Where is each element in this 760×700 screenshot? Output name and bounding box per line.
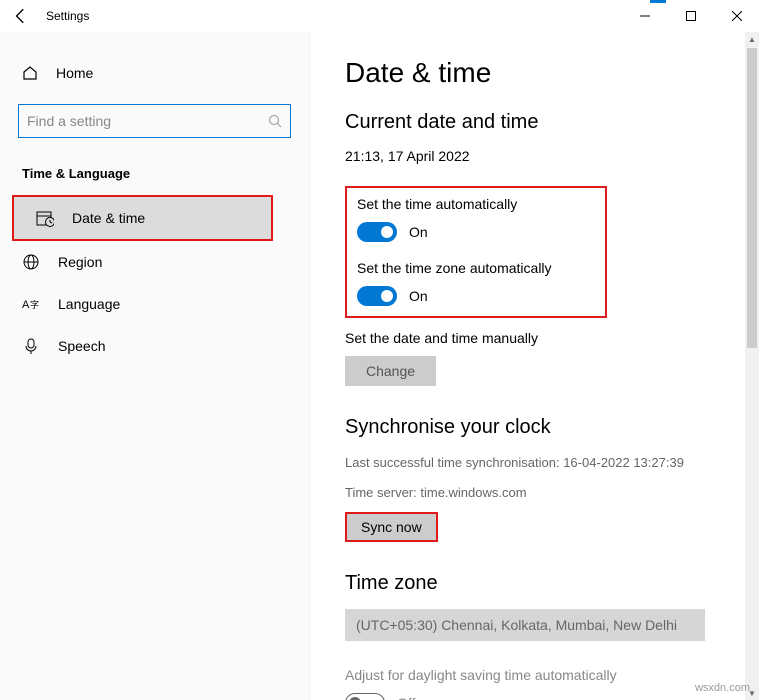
manual-label: Set the date and time manually (345, 330, 725, 346)
microphone-icon (22, 337, 40, 355)
maximize-button[interactable] (668, 0, 714, 32)
search-field[interactable] (27, 113, 268, 129)
svg-text:A: A (22, 299, 30, 311)
sync-now-button[interactable]: Sync now (345, 512, 438, 542)
dst-state: Off (397, 695, 415, 700)
search-input[interactable] (18, 104, 291, 138)
sidebar-item-region[interactable]: Region (0, 241, 309, 283)
change-button: Change (345, 356, 436, 386)
content-area: Date & time Current date and time 21:13,… (310, 32, 760, 700)
close-button[interactable] (714, 0, 760, 32)
highlight-date-time: Date & time (12, 195, 273, 241)
section-current: Current date and time (345, 111, 725, 134)
auto-tz-toggle[interactable] (357, 286, 397, 306)
sidebar-item-date-time[interactable]: Date & time (14, 197, 271, 239)
sync-last: Last successful time synchronisation: 16… (345, 453, 725, 473)
svg-text:字: 字 (30, 299, 39, 310)
auto-time-state: On (409, 224, 428, 240)
watermark: wsxdn.com (695, 682, 750, 694)
section-sync: Synchronise your clock (345, 416, 725, 439)
sidebar-item-label: Date & time (72, 210, 145, 226)
auto-time-label: Set the time automatically (357, 196, 595, 212)
sidebar-item-label: Speech (58, 338, 105, 354)
sync-server: Time server: time.windows.com (345, 483, 725, 503)
scrollbar-thumb[interactable] (747, 48, 757, 348)
window-controls (622, 0, 760, 32)
sidebar-item-label: Region (58, 254, 102, 270)
language-icon: A字 (22, 295, 40, 313)
auto-time-toggle[interactable] (357, 222, 397, 242)
window-title: Settings (46, 9, 89, 23)
category-header: Time & Language (0, 166, 309, 195)
timezone-select: (UTC+05:30) Chennai, Kolkata, Mumbai, Ne… (345, 609, 705, 641)
scroll-up-icon[interactable]: ▲ (745, 32, 759, 46)
sidebar-item-language[interactable]: A字 Language (0, 283, 309, 325)
sidebar: Home Time & Language Date & time Region … (0, 32, 310, 700)
home-icon (22, 65, 38, 81)
date-time-icon (36, 209, 54, 227)
minimize-button[interactable] (622, 0, 668, 32)
dst-label: Adjust for daylight saving time automati… (345, 667, 725, 683)
home-nav[interactable]: Home (0, 57, 309, 89)
auto-tz-label: Set the time zone automatically (357, 260, 595, 276)
back-icon[interactable] (12, 7, 30, 25)
dst-toggle (345, 693, 385, 700)
section-timezone: Time zone (345, 572, 725, 595)
globe-icon (22, 253, 40, 271)
auto-tz-state: On (409, 288, 428, 304)
page-title: Date & time (345, 57, 725, 89)
sidebar-item-label: Language (58, 296, 120, 312)
sidebar-item-speech[interactable]: Speech (0, 325, 309, 367)
scrollbar[interactable]: ▲ ▼ (745, 32, 759, 700)
home-label: Home (56, 65, 93, 81)
current-datetime: 21:13, 17 April 2022 (345, 148, 725, 164)
highlight-auto-settings: Set the time automatically On Set the ti… (345, 186, 607, 318)
search-icon (268, 114, 282, 128)
